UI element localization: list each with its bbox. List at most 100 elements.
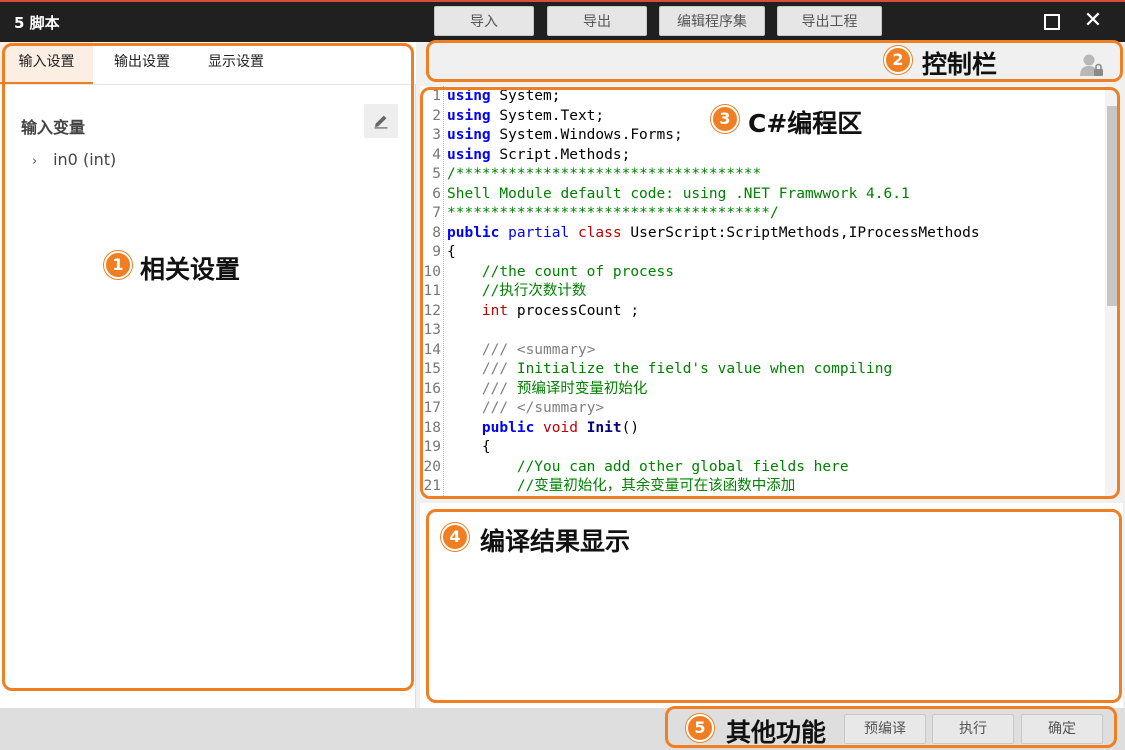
close-icon[interactable]: ✕ (1082, 10, 1104, 32)
confirm-button[interactable]: 确定 (1021, 714, 1103, 744)
code-token: > (586, 341, 596, 358)
settings-tabs: 输入设置 输出设置 显示设置 (0, 42, 416, 85)
code-text: int processCount ; (447, 302, 639, 322)
code-editor[interactable]: 1 using System; 2 using System.Text; 3 using … (420, 86, 1120, 496)
code-line: 6 Shell Module default code: using .NET F… (420, 185, 1104, 205)
code-line: 5 /*********************************** (420, 165, 1104, 185)
line-number: 4 (432, 146, 441, 163)
code-text: using System.Text; (447, 107, 604, 127)
code-token: UserScript:ScriptMethods,IProcessMethods (621, 224, 980, 241)
line-number: 10 (423, 263, 441, 280)
code-text: *************************************/ (447, 204, 779, 224)
code-token: public (481, 419, 535, 436)
code-text: /// Initialize the field's value when co… (447, 360, 892, 380)
line-number: 20 (423, 458, 441, 475)
code-line: 10 //the count of process (420, 263, 1104, 283)
line-number: 1 (432, 88, 441, 104)
export-project-button[interactable]: 导出工程 (777, 6, 882, 36)
code-token: 预编译时变量初始化 (508, 380, 648, 397)
variable-item-in0[interactable]: › in0 (int) (32, 150, 116, 169)
annotation-badge-5: 5 (686, 714, 714, 742)
code-text: //You can add other global fields here (447, 458, 849, 478)
maximize-icon[interactable] (1040, 10, 1062, 32)
edit-variables-button[interactable] (364, 104, 398, 138)
code-token: using (447, 146, 491, 163)
code-token: void (534, 419, 578, 436)
editor-scrollbar[interactable] (1105, 86, 1120, 496)
line-number: 8 (432, 224, 441, 241)
annotation-label-4: 编译结果显示 (480, 527, 631, 556)
code-line: 12 int processCount ; (420, 302, 1104, 322)
code-token: using (447, 107, 491, 124)
code-token: /// (447, 361, 509, 377)
window-title: 5 脚本 (14, 14, 60, 32)
code-token: /// (447, 380, 509, 397)
code-text: using System; (447, 87, 561, 107)
tab-input-settings[interactable]: 输入设置 (0, 42, 93, 84)
code-text: //变量初始化，其余变量可在该函数中添加 (447, 477, 795, 496)
code-line: 21 //变量初始化，其余变量可在该函数中添加 (420, 477, 1104, 496)
code-text: using System.Windows.Forms; (447, 126, 683, 146)
annotation-label-2: 控制栏 (922, 50, 998, 79)
code-token: System.Text; (490, 107, 605, 124)
code-text: public partial class UserScript:ScriptMe… (447, 224, 980, 244)
line-number: 15 (423, 361, 441, 377)
line-number: 19 (423, 439, 441, 455)
tab-output-settings[interactable]: 输出设置 (98, 42, 186, 84)
line-number: 18 (423, 419, 441, 436)
code-token: //执行次数计数 (447, 283, 587, 299)
pencil-icon (374, 115, 388, 129)
line-number: 12 (423, 302, 441, 319)
code-token: Shell Module default code: using .NET Fr… (447, 185, 910, 202)
edit-assemblies-button[interactable]: 编辑程序集 (659, 6, 765, 36)
annotation-label-1: 相关设置 (140, 255, 241, 284)
settings-panel: 输入设置 输出设置 显示设置 输入变量 › in0 (int) (0, 42, 416, 708)
code-text: //the count of process (447, 263, 674, 283)
code-token: /// </ (447, 400, 535, 416)
code-token: summary (534, 400, 596, 416)
code-token: Script.Methods; (490, 146, 631, 163)
scrollbar-thumb[interactable] (1107, 106, 1118, 306)
code-token: Init (577, 419, 622, 436)
execute-button[interactable]: 执行 (932, 714, 1014, 744)
code-lines: 1 using System; 2 using System.Text; 3 using … (420, 87, 1104, 496)
line-number: 6 (432, 185, 441, 202)
user-lock-icon[interactable] (1078, 52, 1104, 78)
code-text: /// <summary> (447, 341, 596, 361)
code-line: 19 { (420, 438, 1104, 458)
line-number: 14 (423, 341, 441, 358)
code-token: class (569, 224, 622, 241)
code-text: { (447, 243, 456, 263)
code-token: //the count of process (447, 263, 674, 280)
import-button[interactable]: 导入 (434, 6, 534, 36)
chevron-right-icon: › (32, 154, 38, 169)
annotation-badge-4: 4 (441, 523, 469, 551)
precompile-button[interactable]: 预编译 (844, 714, 926, 744)
code-token: public (447, 224, 500, 241)
export-button[interactable]: 导出 (547, 6, 647, 36)
tab-display-settings[interactable]: 显示设置 (192, 42, 280, 84)
code-text: using Script.Methods; (447, 146, 630, 166)
code-token: { (447, 439, 491, 455)
code-line: 7 *************************************/ (420, 204, 1104, 224)
annotation-badge-1: 1 (104, 251, 132, 279)
code-token: () (621, 419, 640, 436)
code-token: using (447, 127, 491, 143)
code-line: 15 /// Initialize the field's value when… (420, 360, 1104, 380)
annotation-badge-2: 2 (884, 46, 912, 74)
variable-label: in0 (int) (53, 150, 117, 169)
title-accent-line (0, 0, 1125, 2)
input-variables-title: 输入变量 (21, 118, 86, 137)
code-line: 11 //执行次数计数 (420, 282, 1104, 302)
code-token: Initialize the field's value when compil… (508, 361, 893, 377)
code-text: /// 预编译时变量初始化 (447, 380, 647, 400)
code-text: Shell Module default code: using .NET Fr… (447, 185, 910, 205)
control-toolbar (420, 42, 1125, 82)
code-line: 20 //You can add other global fields her… (420, 458, 1104, 478)
code-token: /// < (447, 341, 526, 358)
line-number: 16 (423, 380, 441, 397)
line-number: 7 (432, 205, 441, 221)
line-number: 13 (423, 322, 441, 338)
code-token: System; (490, 88, 561, 104)
